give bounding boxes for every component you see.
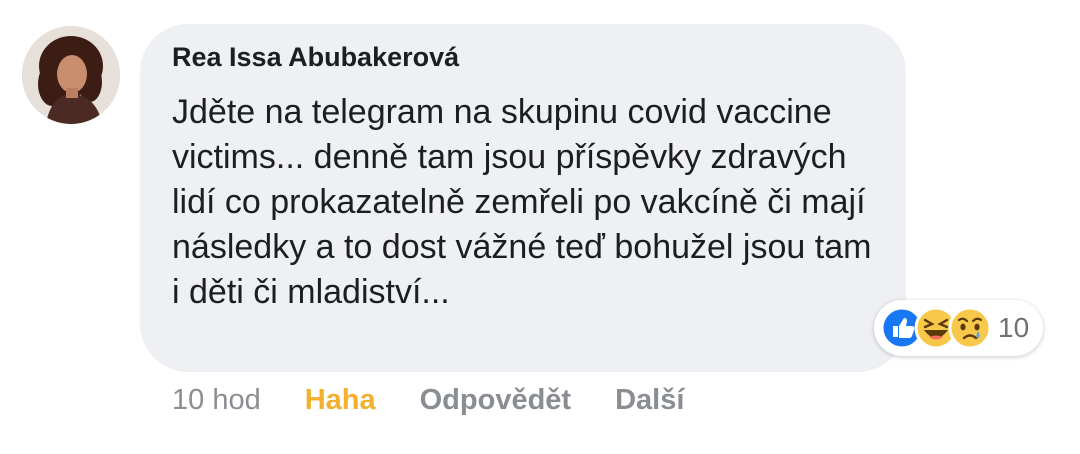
reply-button[interactable]: Odpovědět <box>420 384 571 417</box>
profile-photo <box>22 26 120 124</box>
more-button[interactable]: Další <box>615 384 684 417</box>
reactions-summary[interactable]: 10 <box>874 300 1044 356</box>
comment-actions: 10 hod Haha Odpovědět Další <box>172 384 684 417</box>
comment-container: Rea Issa Abubakerová Jděte na telegram n… <box>0 0 1080 454</box>
haha-reaction-button[interactable]: Haha <box>305 384 376 417</box>
sad-icon <box>948 306 992 350</box>
timestamp[interactable]: 10 hod <box>172 384 261 417</box>
author-name[interactable]: Rea Issa Abubakerová <box>172 42 459 73</box>
reaction-count: 10 <box>998 312 1030 343</box>
avatar[interactable] <box>22 26 120 124</box>
comment-text: Jděte na telegram na skupinu covid vacci… <box>172 93 872 311</box>
